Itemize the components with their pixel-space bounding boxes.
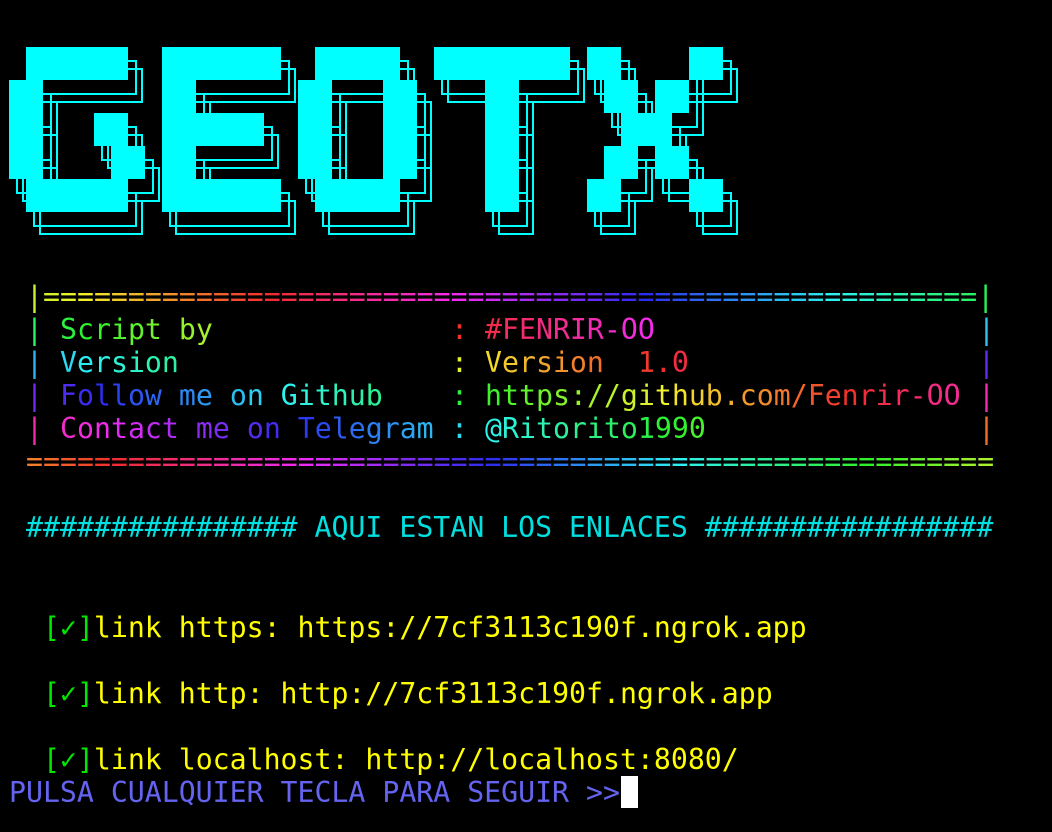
logo-pixel-block — [9, 80, 43, 113]
box-side-right: | — [978, 412, 995, 445]
logo-pixel-block — [162, 146, 196, 179]
box-side-left: | — [26, 346, 43, 379]
telegram-value: @Ritorito1990 — [485, 412, 706, 445]
logo-pixel-block — [689, 47, 723, 80]
logo-pixel-block — [383, 80, 417, 113]
link-https-line: [✓]link https: https://7cf3113c190f.ngro… — [9, 578, 807, 644]
box-border-bottom: ========================================… — [26, 445, 995, 478]
box-side-right: | — [978, 379, 995, 412]
geotx-ascii-logo — [9, 47, 738, 235]
logo-pixel-block — [587, 47, 621, 80]
logo-pixel-block — [26, 47, 128, 80]
logo-pixel-block — [655, 146, 689, 179]
github-label: Follow me on Github — [60, 379, 383, 412]
logo-pixel-block — [94, 113, 128, 146]
link-localhost-line: [✓]link localhost: http://localhost:8080… — [9, 710, 739, 776]
logo-pixel-block — [298, 80, 332, 113]
logo-pixel-block — [587, 179, 621, 212]
box-colon: : — [451, 379, 468, 412]
check-icon: [✓] — [42, 743, 94, 776]
box-side-left: | — [26, 313, 43, 346]
logo-pixel-block — [298, 113, 332, 146]
logo-pixel-block — [485, 146, 519, 179]
box-colon: : — [451, 313, 468, 346]
check-icon: [✓] — [42, 677, 94, 710]
logo-pixel-block — [604, 146, 638, 179]
script-by-value: #FENRIR-OO — [485, 313, 655, 346]
box-side-left: | — [26, 412, 43, 445]
logo-pixel-block — [9, 113, 43, 146]
terminal-cursor[interactable] — [621, 776, 638, 808]
logo-pixel-block — [315, 179, 400, 212]
logo-pixel-block — [485, 80, 519, 113]
logo-pixel-block — [26, 179, 128, 212]
logo-pixel-block — [655, 80, 689, 113]
link-http[interactable]: link http: http://7cf3113c190f.ngrok.app — [94, 677, 773, 710]
logo-pixel-block — [162, 179, 281, 212]
logo-pixel-block — [162, 47, 281, 80]
logo-pixel-block — [298, 146, 332, 179]
logo-pixel-block — [434, 47, 570, 80]
version-label: Version — [60, 346, 179, 379]
version-value: Version 1.0 — [485, 346, 689, 379]
logo-pixel-block — [162, 113, 264, 146]
links-header: ################ AQUI ESTAN LOS ENLACES … — [26, 511, 994, 544]
logo-pixel-block — [9, 146, 43, 179]
box-side-right: | — [978, 313, 995, 346]
telegram-label: Contact me on Telegram — [60, 412, 434, 445]
logo-pixel-block — [689, 179, 723, 212]
box-side-left: | — [26, 379, 43, 412]
box-colon: : — [451, 346, 468, 379]
logo-pixel-block — [621, 113, 672, 146]
logo-pixel-block — [485, 113, 519, 146]
box-side-right: | — [978, 346, 995, 379]
box-colon: : — [451, 412, 468, 445]
link-localhost[interactable]: link localhost: http://localhost:8080/ — [94, 743, 739, 776]
logo-pixel-block — [383, 146, 417, 179]
continue-prompt: PULSA CUALQUIER TECLA PARA SEGUIR >> — [9, 776, 620, 809]
script-by-label: Script by — [60, 313, 213, 346]
link-http-line: [✓]link http: http://7cf3113c190f.ngrok.… — [9, 644, 773, 710]
logo-pixel-block — [383, 113, 417, 146]
logo-pixel-block — [485, 179, 519, 212]
github-url[interactable]: https://github.com/Fenrir-OO — [485, 379, 961, 412]
logo-pixel-block — [111, 146, 145, 179]
box-border-top: |=======================================… — [26, 280, 995, 313]
link-https[interactable]: link https: https://7cf3113c190f.ngrok.a… — [94, 611, 807, 644]
logo-pixel-block — [162, 80, 196, 113]
logo-pixel-block — [604, 80, 638, 113]
logo-pixel-block — [315, 47, 400, 80]
check-icon: [✓] — [42, 611, 94, 644]
